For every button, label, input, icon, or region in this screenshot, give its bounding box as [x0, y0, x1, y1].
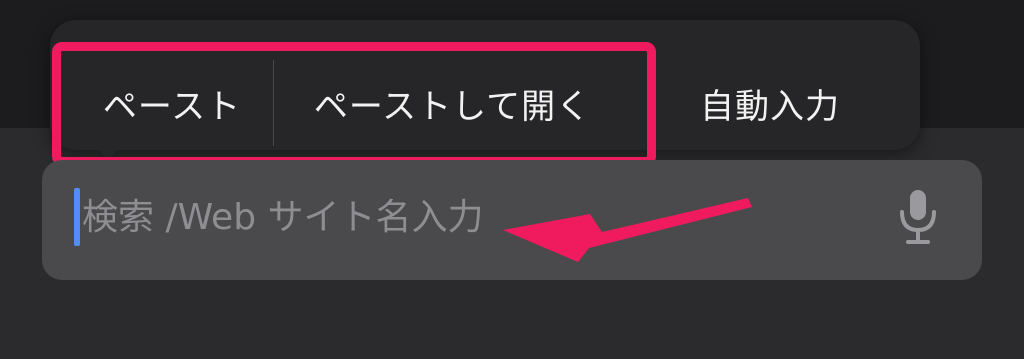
paste-and-go-label: ペーストして開く	[313, 86, 592, 127]
paste-and-go-menu-item[interactable]: ペーストして開く	[275, 62, 630, 144]
paste-menu-item[interactable]: ペースト	[70, 62, 274, 144]
autofill-label: 自動入力	[700, 86, 840, 127]
menu-divider	[273, 60, 274, 146]
context-menu-pointer	[96, 146, 120, 160]
paste-label: ペースト	[102, 86, 242, 127]
microphone-icon[interactable]	[888, 186, 948, 250]
search-input[interactable]	[82, 186, 862, 248]
autofill-menu-item[interactable]: 自動入力	[650, 62, 890, 144]
text-caret	[74, 188, 80, 246]
